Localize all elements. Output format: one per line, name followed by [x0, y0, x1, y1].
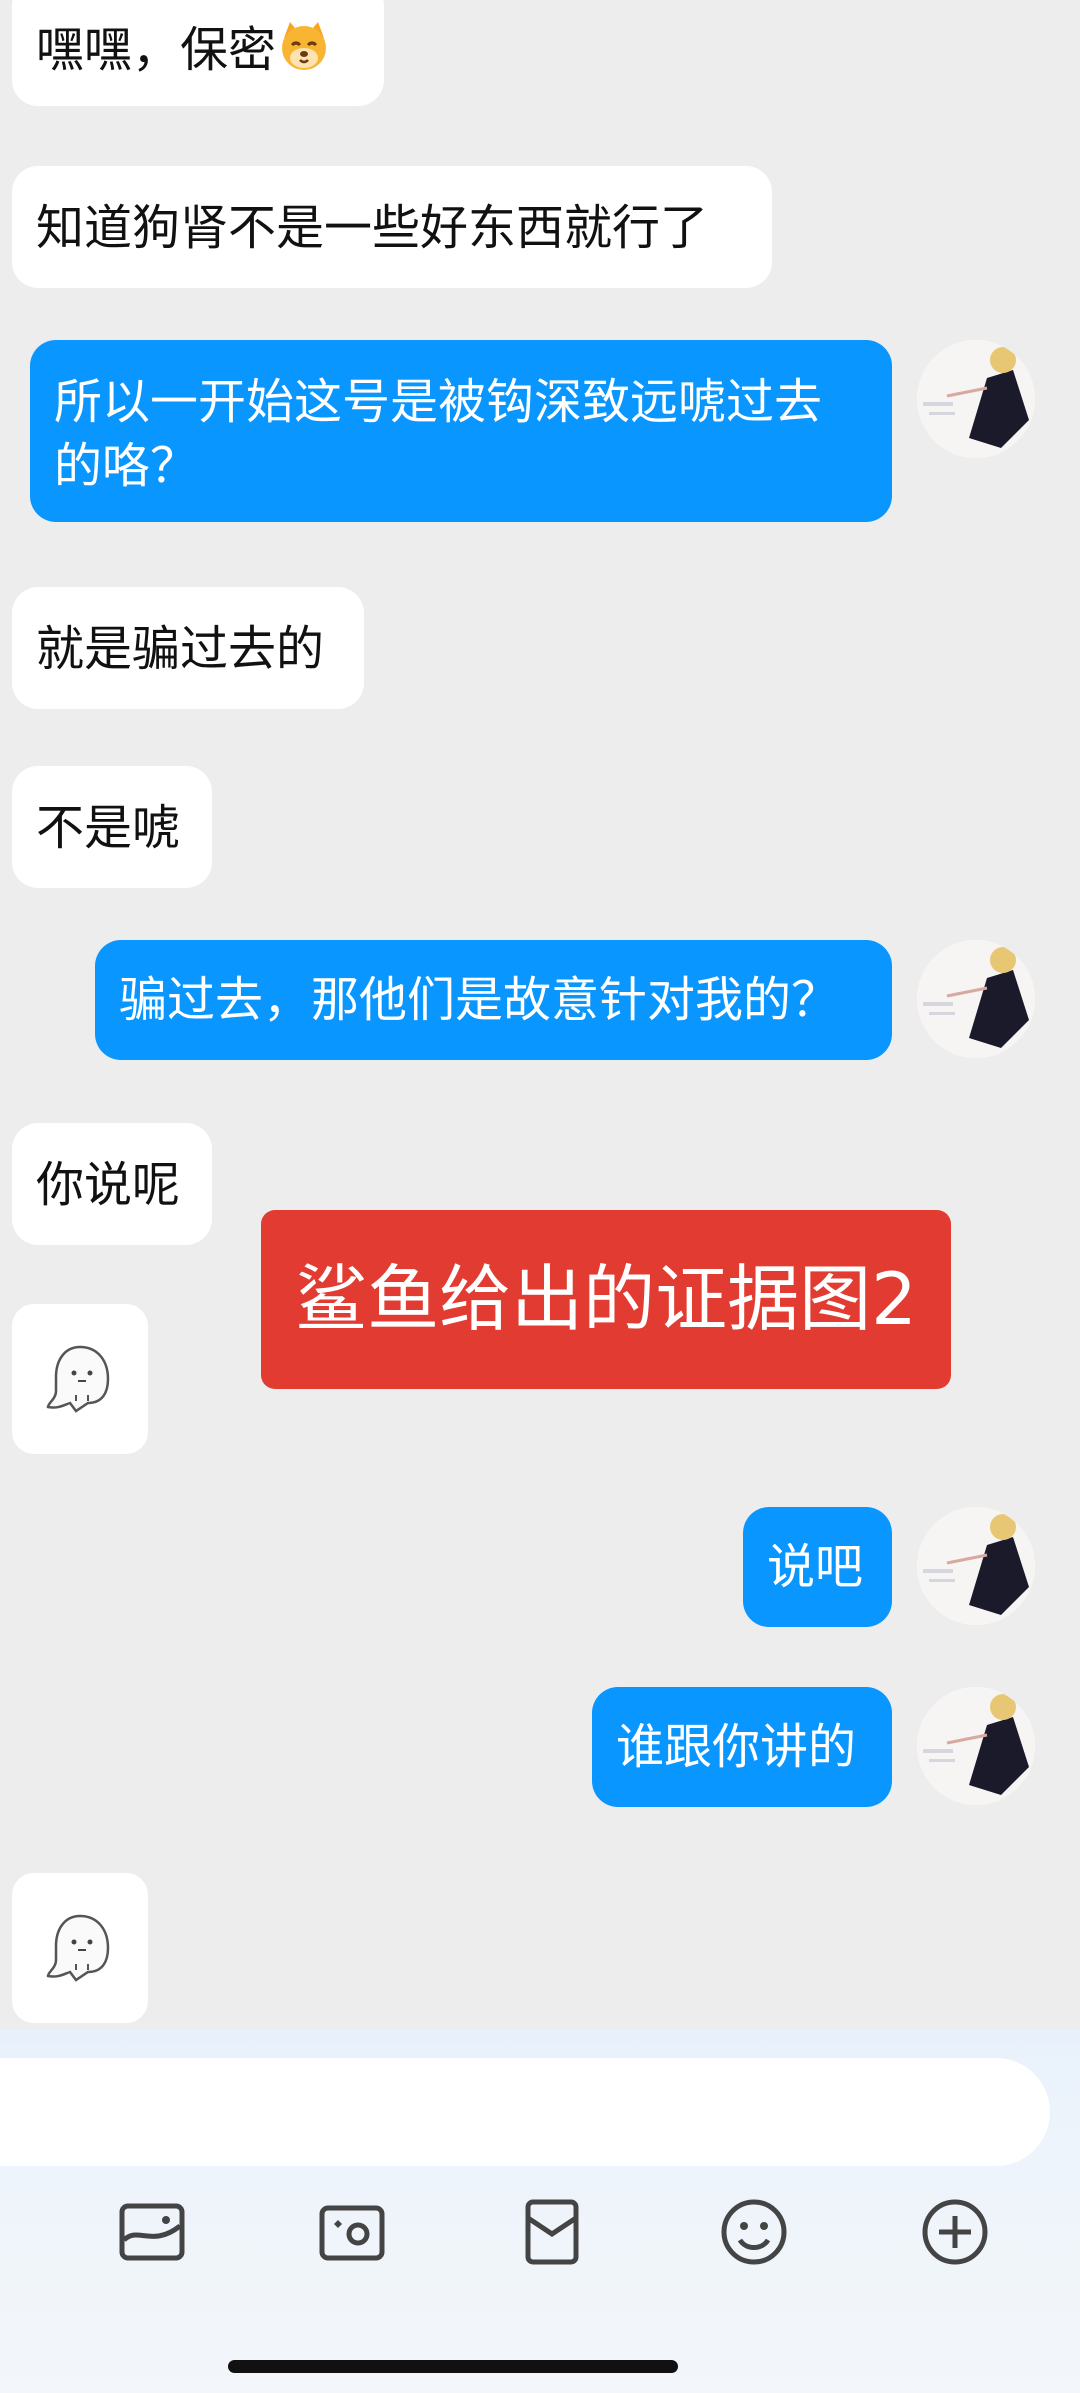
incoming-message[interactable]: 知道狗肾不是一些好东西就行了 [12, 166, 772, 288]
camera-icon [319, 2205, 385, 2261]
ghost-icon [46, 1914, 110, 1982]
dog-emoji-icon [276, 18, 332, 74]
message-text: 知道狗肾不是一些好东西就行了 [36, 200, 709, 256]
message-text: 骗过去，那他们是故意针对我的？ [119, 972, 840, 1028]
incoming-message[interactable]: 就是骗过去的 [12, 587, 364, 709]
my-avatar[interactable] [917, 1687, 1035, 1805]
emoji-icon [721, 2199, 787, 2265]
add-button[interactable] [915, 2192, 995, 2272]
outgoing-message[interactable]: 说吧 [743, 1507, 892, 1627]
ghost-sticker[interactable] [12, 1304, 148, 1454]
my-avatar[interactable] [917, 340, 1035, 458]
ghost-icon [46, 1345, 110, 1413]
message-text: 你说呢 [36, 1157, 181, 1213]
home-indicator[interactable] [228, 2360, 678, 2373]
incoming-message[interactable]: 不是唬 [12, 766, 212, 888]
red-packet-icon [525, 2199, 579, 2265]
incoming-message[interactable]: 你说呢 [12, 1123, 212, 1245]
emoji-button[interactable] [714, 2192, 794, 2272]
outgoing-message[interactable]: 所以一开始这号是被钩深致远唬过去的咯？ [30, 340, 892, 522]
message-text: 就是骗过去的 [36, 621, 325, 677]
incoming-message[interactable]: 嘿嘿，保密 [12, 0, 384, 106]
add-icon [922, 2199, 988, 2265]
message-text: 说吧 [767, 1539, 864, 1595]
message-text: 嘿嘿，保密 [36, 22, 277, 78]
outgoing-message[interactable]: 骗过去，那他们是故意针对我的？ [95, 940, 892, 1060]
message-input[interactable] [0, 2058, 1050, 2166]
image-button[interactable] [112, 2192, 192, 2272]
message-text: 谁跟你讲的 [616, 1719, 857, 1775]
evidence-caption-banner: 鲨鱼给出的证据图2 [261, 1210, 951, 1389]
red-packet-button[interactable] [512, 2192, 592, 2272]
my-avatar[interactable] [917, 940, 1035, 1058]
message-text: 所以一开始这号是被钩深致远唬过去的咯？ [54, 374, 823, 494]
my-avatar[interactable] [917, 1507, 1035, 1625]
message-text: 不是唬 [36, 800, 181, 856]
outgoing-message[interactable]: 谁跟你讲的 [592, 1687, 892, 1807]
ghost-sticker[interactable] [12, 1873, 148, 2023]
camera-button[interactable] [312, 2192, 392, 2272]
image-icon [119, 2203, 185, 2261]
